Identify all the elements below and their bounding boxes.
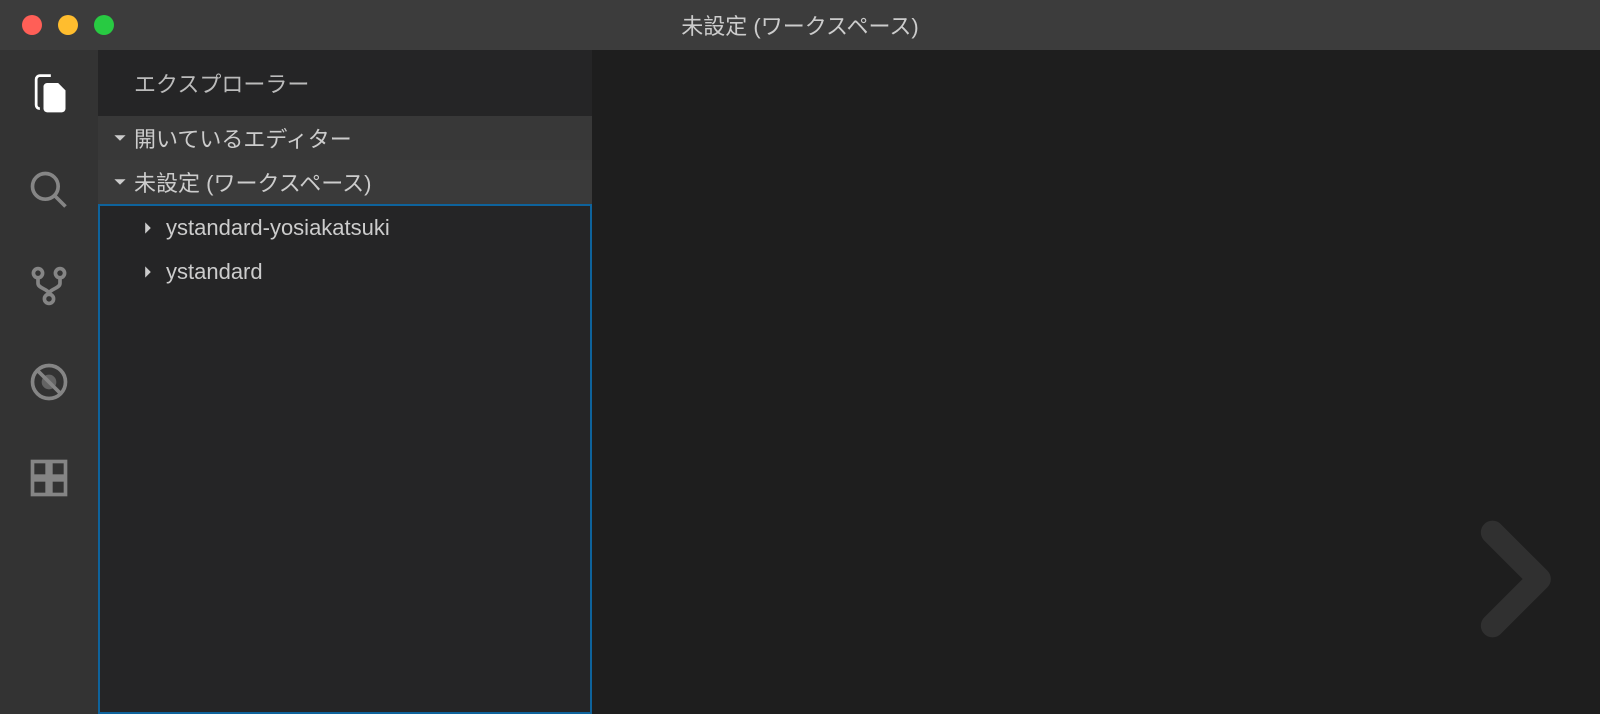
workspace-tree[interactable]: ystandard-yosiakatsuki ystandard (98, 204, 592, 714)
files-icon (27, 72, 71, 121)
editor-area (592, 50, 1600, 714)
folder-item[interactable]: ystandard (100, 250, 590, 294)
window-title: 未設定 (ワークスペース) (0, 9, 1600, 41)
sidebar: エクスプローラー 開いているエディター 未設定 (ワークスペース) ystand… (98, 50, 592, 714)
search-icon (27, 168, 71, 217)
maximize-window-button[interactable] (94, 15, 114, 35)
activity-debug[interactable] (0, 356, 98, 412)
chevron-down-icon (112, 131, 128, 145)
section-open-editors[interactable]: 開いているエディター (98, 116, 592, 160)
minimize-window-button[interactable] (58, 15, 78, 35)
window-controls (0, 15, 114, 35)
folder-name: ystandard (166, 259, 263, 285)
chevron-down-icon (112, 175, 128, 189)
folder-item[interactable]: ystandard-yosiakatsuki (100, 206, 590, 250)
titlebar: 未設定 (ワークスペース) (0, 0, 1600, 50)
git-branch-icon (27, 264, 71, 313)
chevron-right-icon (140, 221, 156, 235)
activity-bar (0, 50, 98, 714)
extensions-icon (27, 456, 71, 505)
debug-icon (27, 360, 71, 409)
chevron-right-watermark-icon (1440, 509, 1580, 654)
section-workspace[interactable]: 未設定 (ワークスペース) (98, 160, 592, 204)
activity-explorer[interactable] (0, 68, 98, 124)
activity-search[interactable] (0, 164, 98, 220)
folder-name: ystandard-yosiakatsuki (166, 215, 390, 241)
sidebar-title: エクスプローラー (98, 50, 592, 116)
section-label: 未設定 (ワークスペース) (134, 166, 371, 198)
activity-extensions[interactable] (0, 452, 98, 508)
chevron-right-icon (140, 265, 156, 279)
close-window-button[interactable] (22, 15, 42, 35)
activity-source-control[interactable] (0, 260, 98, 316)
main-area: エクスプローラー 開いているエディター 未設定 (ワークスペース) ystand… (0, 50, 1600, 714)
section-label: 開いているエディター (134, 122, 352, 154)
